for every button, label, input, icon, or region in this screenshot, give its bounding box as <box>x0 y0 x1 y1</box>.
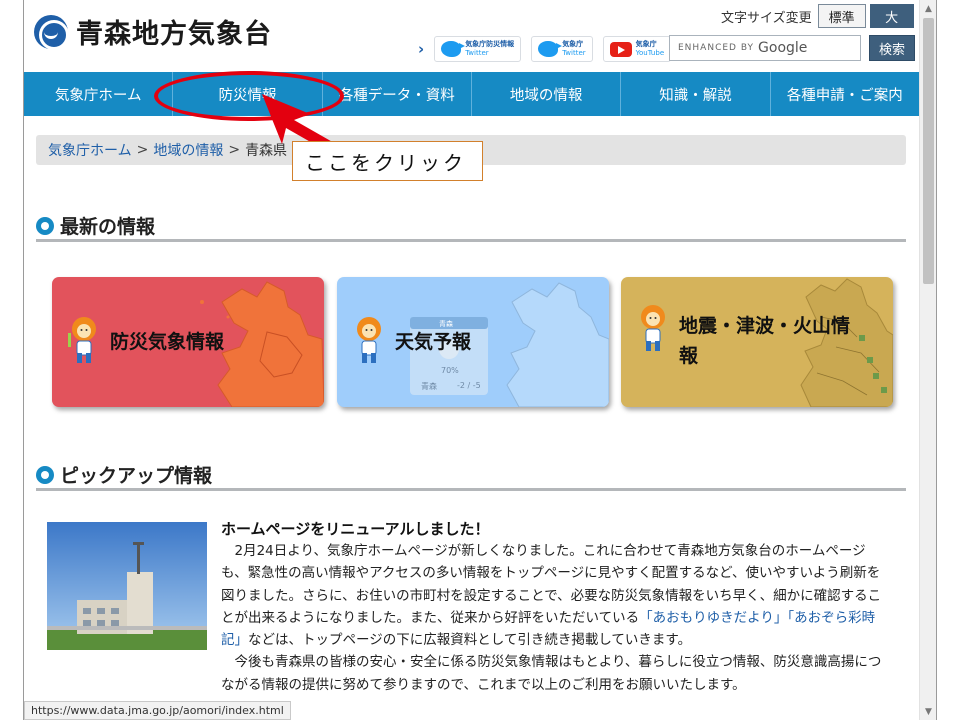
card-label-line1: 地震・津波・火山情 <box>679 315 851 337</box>
breadcrumb-regional-info[interactable]: 地域の情報 <box>153 140 223 160</box>
weather-widget-temp: -2 / -5 <box>457 381 481 390</box>
search-enhanced-by: ENHANCED BY <box>678 43 755 53</box>
breadcrumb-jma-home[interactable]: 気象庁ホーム <box>48 140 132 160</box>
weather-widget-city: 青森 <box>421 382 437 391</box>
card-label: 防災気象情報 <box>110 331 225 353</box>
section-bullet-icon <box>36 216 54 235</box>
sns-line2: Twitter <box>465 49 489 57</box>
card-earthquake-tsunami-volcano[interactable]: 地震・津波・火山情 報 <box>621 277 893 407</box>
jma-logo-icon <box>34 14 69 50</box>
nav-jma-home[interactable]: 気象庁ホーム <box>24 72 174 116</box>
news-body: 2月24日より、気象庁ホームページが新しくなりました。これに合わせて青森地方気象… <box>221 540 889 696</box>
twitter-icon <box>538 41 563 57</box>
page: 青森地方気象台 文字サイズ変更 標準 大 › 気象庁防災情報 Twitter 気象… <box>24 0 919 720</box>
sns-line2: YouTube <box>635 49 665 57</box>
card-weather-forecast[interactable]: 青森 70% 青森 -2 / -5 天気予報 <box>337 277 609 407</box>
sns-links: › 気象庁防災情報 Twitter 気象庁 Twitter 気象庁 YouTube <box>418 36 681 62</box>
font-standard-button[interactable]: 標準 <box>817 4 866 28</box>
jma-bousai-twitter-link[interactable]: 気象庁防災情報 Twitter <box>434 36 522 62</box>
mascot-icon <box>641 305 665 351</box>
nav-knowledge[interactable]: 知識・解説 <box>621 72 771 116</box>
twitter-icon <box>441 41 466 57</box>
nav-applications[interactable]: 各種申請・ご案内 <box>771 72 919 116</box>
news-paragraph-2: 今後も青森県の皆様の安心・安全に係る防災気象情報はもとより、暮らしに役立つ情報、… <box>221 654 882 693</box>
search-button[interactable]: 検索 <box>869 35 915 61</box>
card-label: 天気予報 <box>395 331 472 353</box>
sns-line1: 気象庁 <box>562 40 584 48</box>
font-large-button[interactable]: 大 <box>869 4 914 28</box>
section-title: 最新の情報 <box>60 216 156 238</box>
scrollbar-thumb[interactable] <box>923 18 934 284</box>
pickup-heading: ピックアップ情報 <box>36 461 906 491</box>
aomori-yukidayori-link[interactable]: 「あおもりゆきだより」 <box>639 610 787 626</box>
sns-line2: Twitter <box>562 49 586 57</box>
sns-line1: 気象庁防災情報 <box>465 40 515 48</box>
section-title: ピックアップ情報 <box>60 465 213 487</box>
scroll-up-icon[interactable]: ▲ <box>920 0 936 17</box>
sns-line1: 気象庁 <box>635 40 657 48</box>
search-input[interactable]: ENHANCED BY Google <box>669 35 861 61</box>
breadcrumb-separator: > <box>136 142 149 158</box>
font-size-label: 文字サイズ変更 <box>721 10 812 26</box>
jma-youtube-link[interactable]: 気象庁 YouTube <box>602 36 672 62</box>
news-paragraph-1b: などは、トップページの下に広報資料として引き続き掲載していきます。 <box>248 632 692 649</box>
card-disaster-weather-info[interactable]: 防災気象情報 <box>52 277 324 407</box>
search-google-label: Google <box>758 40 808 56</box>
vertical-scrollbar[interactable]: ▲ ▼ <box>919 0 936 720</box>
site-logo[interactable]: 青森地方気象台 <box>34 12 272 51</box>
news-title: ホームページをリニューアルしました！ <box>221 520 490 538</box>
latest-info-heading: 最新の情報 <box>36 212 906 242</box>
status-bar-url: https://www.data.jma.go.jp/aomori/index.… <box>24 701 291 720</box>
annotation-callout: ここをクリック <box>292 141 483 181</box>
mascot-icon <box>357 317 381 363</box>
card-label: 地震・津波・火山情 報 <box>679 311 850 371</box>
font-size-control: 文字サイズ変更 標準 大 <box>721 4 914 28</box>
browser-viewport: 青森地方気象台 文字サイズ変更 標準 大 › 気象庁防災情報 Twitter 気象… <box>23 0 937 720</box>
chevron-right-icon: › <box>418 40 425 58</box>
weather-widget-pop: 70% <box>441 366 459 375</box>
card-label-line2: 報 <box>679 345 699 367</box>
scroll-down-icon[interactable]: ▼ <box>920 703 936 720</box>
section-bullet-icon <box>36 465 54 484</box>
nav-data[interactable]: 各種データ・資料 <box>323 72 472 116</box>
site-title: 青森地方気象台 <box>76 19 272 50</box>
nav-regional-info[interactable]: 地域の情報 <box>472 72 622 116</box>
mascot-icon <box>68 317 96 363</box>
jma-twitter-link[interactable]: 気象庁 Twitter <box>531 36 593 62</box>
youtube-icon <box>609 41 632 57</box>
observatory-photo <box>47 522 207 650</box>
breadcrumb-separator: > <box>228 142 241 158</box>
